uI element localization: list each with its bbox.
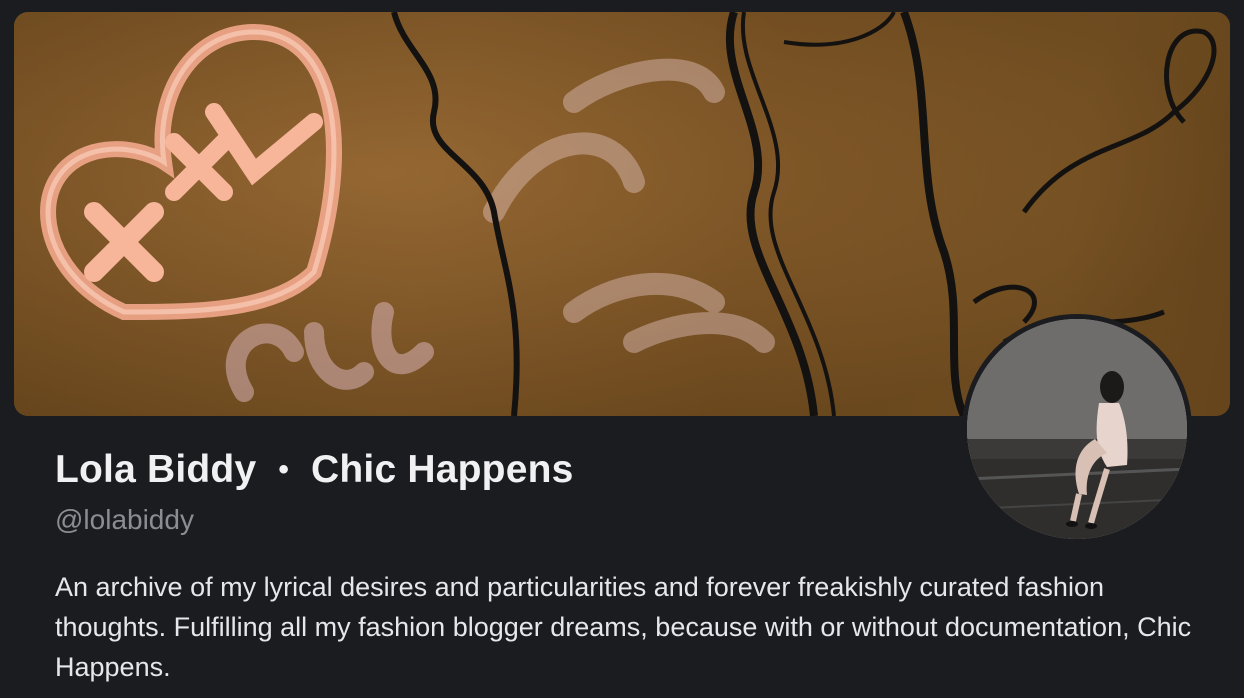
profile-bio: An archive of my lyrical desires and par… — [55, 572, 1192, 682]
blog-title: Chic Happens — [311, 448, 574, 491]
profile-avatar[interactable] — [962, 314, 1192, 544]
display-name: Lola Biddy — [55, 448, 257, 491]
name-separator: • — [278, 453, 290, 486]
profile-name-row: Lola Biddy • Chic Happens — [55, 448, 574, 492]
profile-handle: @lolabiddy — [55, 504, 194, 535]
profile-page: Lola Biddy • Chic Happens @lolabiddy An … — [0, 0, 1244, 698]
